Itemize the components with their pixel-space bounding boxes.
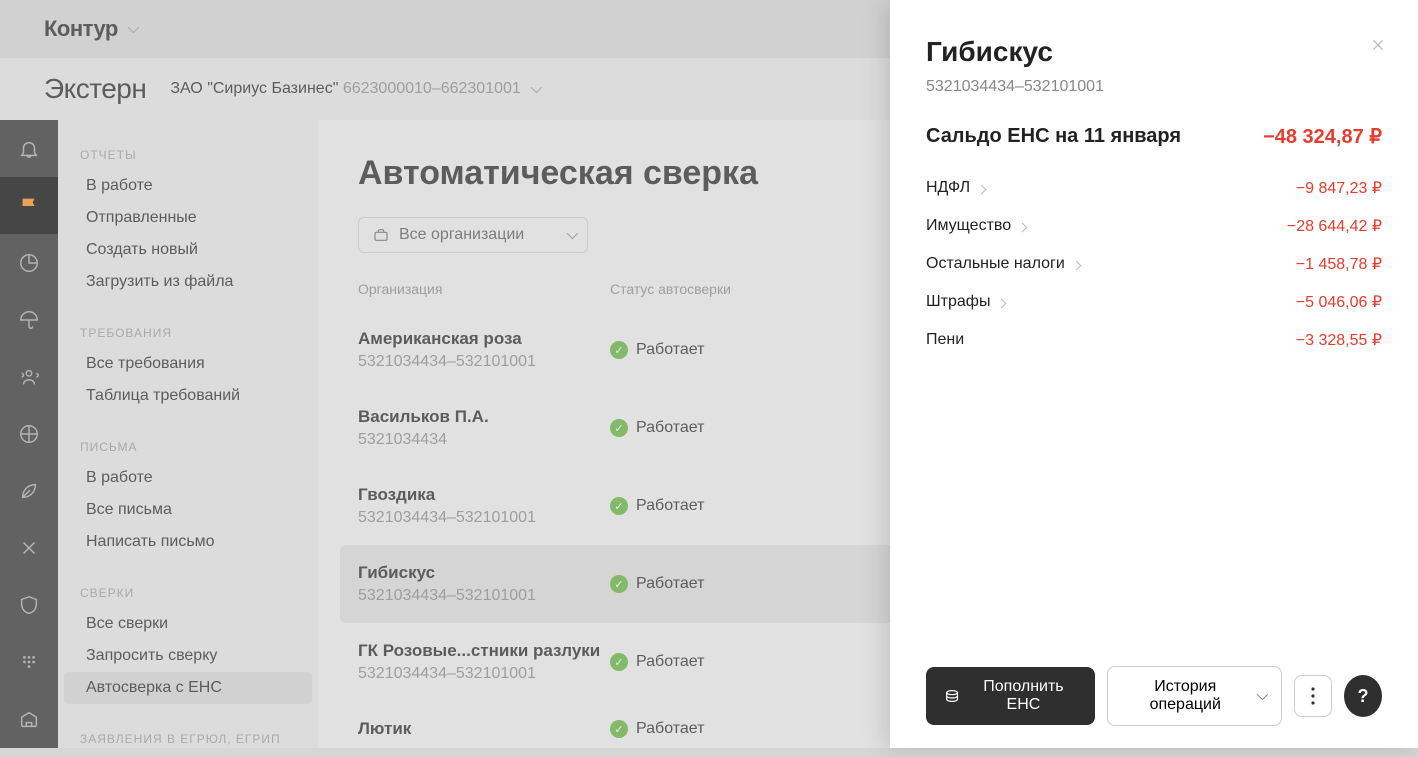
chevron-down-icon <box>1257 687 1265 705</box>
sidebar-item[interactable]: В работе <box>64 170 312 202</box>
row-org-title: Гвоздика <box>358 485 610 505</box>
detail-amount: −3 328,55 ₽ <box>1296 330 1382 350</box>
detail-label-text: Имущество <box>926 217 1011 235</box>
sidebar-item[interactable]: Создать новый <box>64 234 312 266</box>
check-icon: ✓ <box>610 341 628 359</box>
detail-row[interactable]: Остальные налоги −1 458,78 ₽ <box>926 245 1382 283</box>
org-ids: 6623000010–662301001 <box>343 80 521 97</box>
panel-subtitle: 5321034434–532101001 <box>926 78 1382 96</box>
sidebar-item[interactable]: Написать письмо <box>64 526 312 558</box>
detail-label-text: Пени <box>926 331 964 349</box>
sidebar-item[interactable]: В работе <box>64 462 312 494</box>
grid-icon[interactable] <box>0 634 58 691</box>
sidebar-item[interactable]: Все письма <box>64 494 312 526</box>
detail-amount: −5 046,06 ₽ <box>1296 292 1382 312</box>
org-name: ЗАО "Сириус Базинес" <box>170 80 338 97</box>
sidebar-heading: ЗАЯВЛЕНИЯ В ЕГРЮЛ, ЕГРИП <box>58 724 318 748</box>
row-org-title: Американская роза <box>358 329 610 349</box>
product-name: Экстерн <box>44 73 146 105</box>
detail-panel: Гибискус 5321034434–532101001 Сальдо ЕНС… <box>890 0 1418 748</box>
row-org-title: Васильков П.А. <box>358 407 610 427</box>
panel-title: Гибискус <box>926 36 1382 68</box>
sidebar-item[interactable]: Таблица требований <box>64 380 312 412</box>
col-header-org: Организация <box>358 281 610 297</box>
row-status-label: Работает <box>636 419 705 437</box>
chevron-right-icon <box>998 295 1005 310</box>
detail-row[interactable]: НДФЛ −9 847,23 ₽ <box>926 169 1382 207</box>
detail-label-text: НДФЛ <box>926 179 970 197</box>
row-status-label: Работает <box>636 341 705 359</box>
sidebar-heading: ОТЧЕТЫ <box>58 140 318 170</box>
coins-icon <box>944 687 960 705</box>
row-status-label: Работает <box>636 575 705 593</box>
chevron-down-icon <box>567 226 575 244</box>
org-select-label: Все организации <box>399 226 524 244</box>
leaf-icon[interactable] <box>0 463 58 520</box>
row-org-sub: 5321034434–532101001 <box>358 665 610 683</box>
flag-icon[interactable] <box>0 177 58 234</box>
history-button[interactable]: История операций <box>1107 666 1282 726</box>
more-button[interactable] <box>1294 675 1332 717</box>
sidebar-heading: ТРЕБОВАНИЯ <box>58 318 318 348</box>
detail-amount: −28 644,42 ₽ <box>1287 216 1382 236</box>
row-status-label: Работает <box>636 720 705 738</box>
umbrella-icon[interactable] <box>0 291 58 348</box>
sidebar-item[interactable]: Автосверка с ЕНС <box>64 672 312 704</box>
row-org-sub: 5321034434–532101001 <box>358 353 610 371</box>
people-icon[interactable] <box>0 348 58 405</box>
row-org-sub: 5321034434–532101001 <box>358 509 610 527</box>
detail-row: Пени −3 328,55 ₽ <box>926 321 1382 359</box>
history-label: История операций <box>1124 678 1247 714</box>
check-icon: ✓ <box>610 497 628 515</box>
detail-row[interactable]: Штрафы −5 046,06 ₽ <box>926 283 1382 321</box>
topup-label: Пополнить ЕНС <box>970 678 1077 714</box>
bell-icon[interactable] <box>0 120 58 177</box>
globe-icon[interactable] <box>0 405 58 462</box>
row-org-title: Гибискус <box>358 563 610 583</box>
org-select[interactable]: Все организации <box>358 217 588 253</box>
sidebar: ОТЧЕТЫВ работеОтправленныеСоздать новыйЗ… <box>58 120 318 748</box>
tools-icon[interactable] <box>0 520 58 577</box>
check-icon: ✓ <box>610 720 628 738</box>
sidebar-heading: ПИСЬМА <box>58 432 318 462</box>
chevron-right-icon <box>1073 257 1080 272</box>
briefcase-icon <box>373 227 389 243</box>
sidebar-item[interactable]: Отправленные <box>64 202 312 234</box>
dots-vertical-icon <box>1311 687 1315 705</box>
topup-button[interactable]: Пополнить ЕНС <box>926 667 1095 725</box>
panel-footer: Пополнить ЕНС История операций ? <box>926 666 1382 726</box>
row-org-sub: 5321034434–532101001 <box>358 587 610 605</box>
chevron-down-icon[interactable] <box>128 20 136 38</box>
row-status-label: Работает <box>636 497 705 515</box>
row-org-title: ГК Розовые...стники разлуки <box>358 641 610 661</box>
shield-icon[interactable] <box>0 577 58 634</box>
check-icon: ✓ <box>610 575 628 593</box>
chevron-right-icon <box>978 181 985 196</box>
close-icon[interactable] <box>1370 36 1386 59</box>
detail-label-text: Штрафы <box>926 293 990 311</box>
sidebar-item[interactable]: Все сверки <box>64 608 312 640</box>
balance-amount: −48 324,87 ₽ <box>1263 124 1382 149</box>
sidebar-heading: СВЕРКИ <box>58 578 318 608</box>
detail-amount: −1 458,78 ₽ <box>1296 254 1382 274</box>
chart-icon[interactable] <box>0 234 58 291</box>
check-icon: ✓ <box>610 653 628 671</box>
help-button[interactable]: ? <box>1344 675 1382 717</box>
balance-label: Сальдо ЕНС на 11 января <box>926 125 1181 148</box>
chevron-right-icon <box>1019 219 1026 234</box>
detail-row[interactable]: Имущество −28 644,42 ₽ <box>926 207 1382 245</box>
row-status-label: Работает <box>636 653 705 671</box>
sidebar-item[interactable]: Запросить сверку <box>64 640 312 672</box>
logo[interactable]: Контур <box>44 16 118 42</box>
detail-amount: −9 847,23 ₽ <box>1296 178 1382 198</box>
sidebar-item[interactable]: Все требования <box>64 348 312 380</box>
chevron-down-icon[interactable] <box>531 80 539 97</box>
row-org-title: Лютик <box>358 719 610 739</box>
row-org-sub: 5321034434 <box>358 431 610 449</box>
sidebar-item[interactable]: Загрузить из файла <box>64 266 312 298</box>
check-icon: ✓ <box>610 419 628 437</box>
detail-label-text: Остальные налоги <box>926 255 1065 273</box>
icon-sidebar <box>0 120 58 748</box>
building-icon[interactable] <box>0 691 58 748</box>
